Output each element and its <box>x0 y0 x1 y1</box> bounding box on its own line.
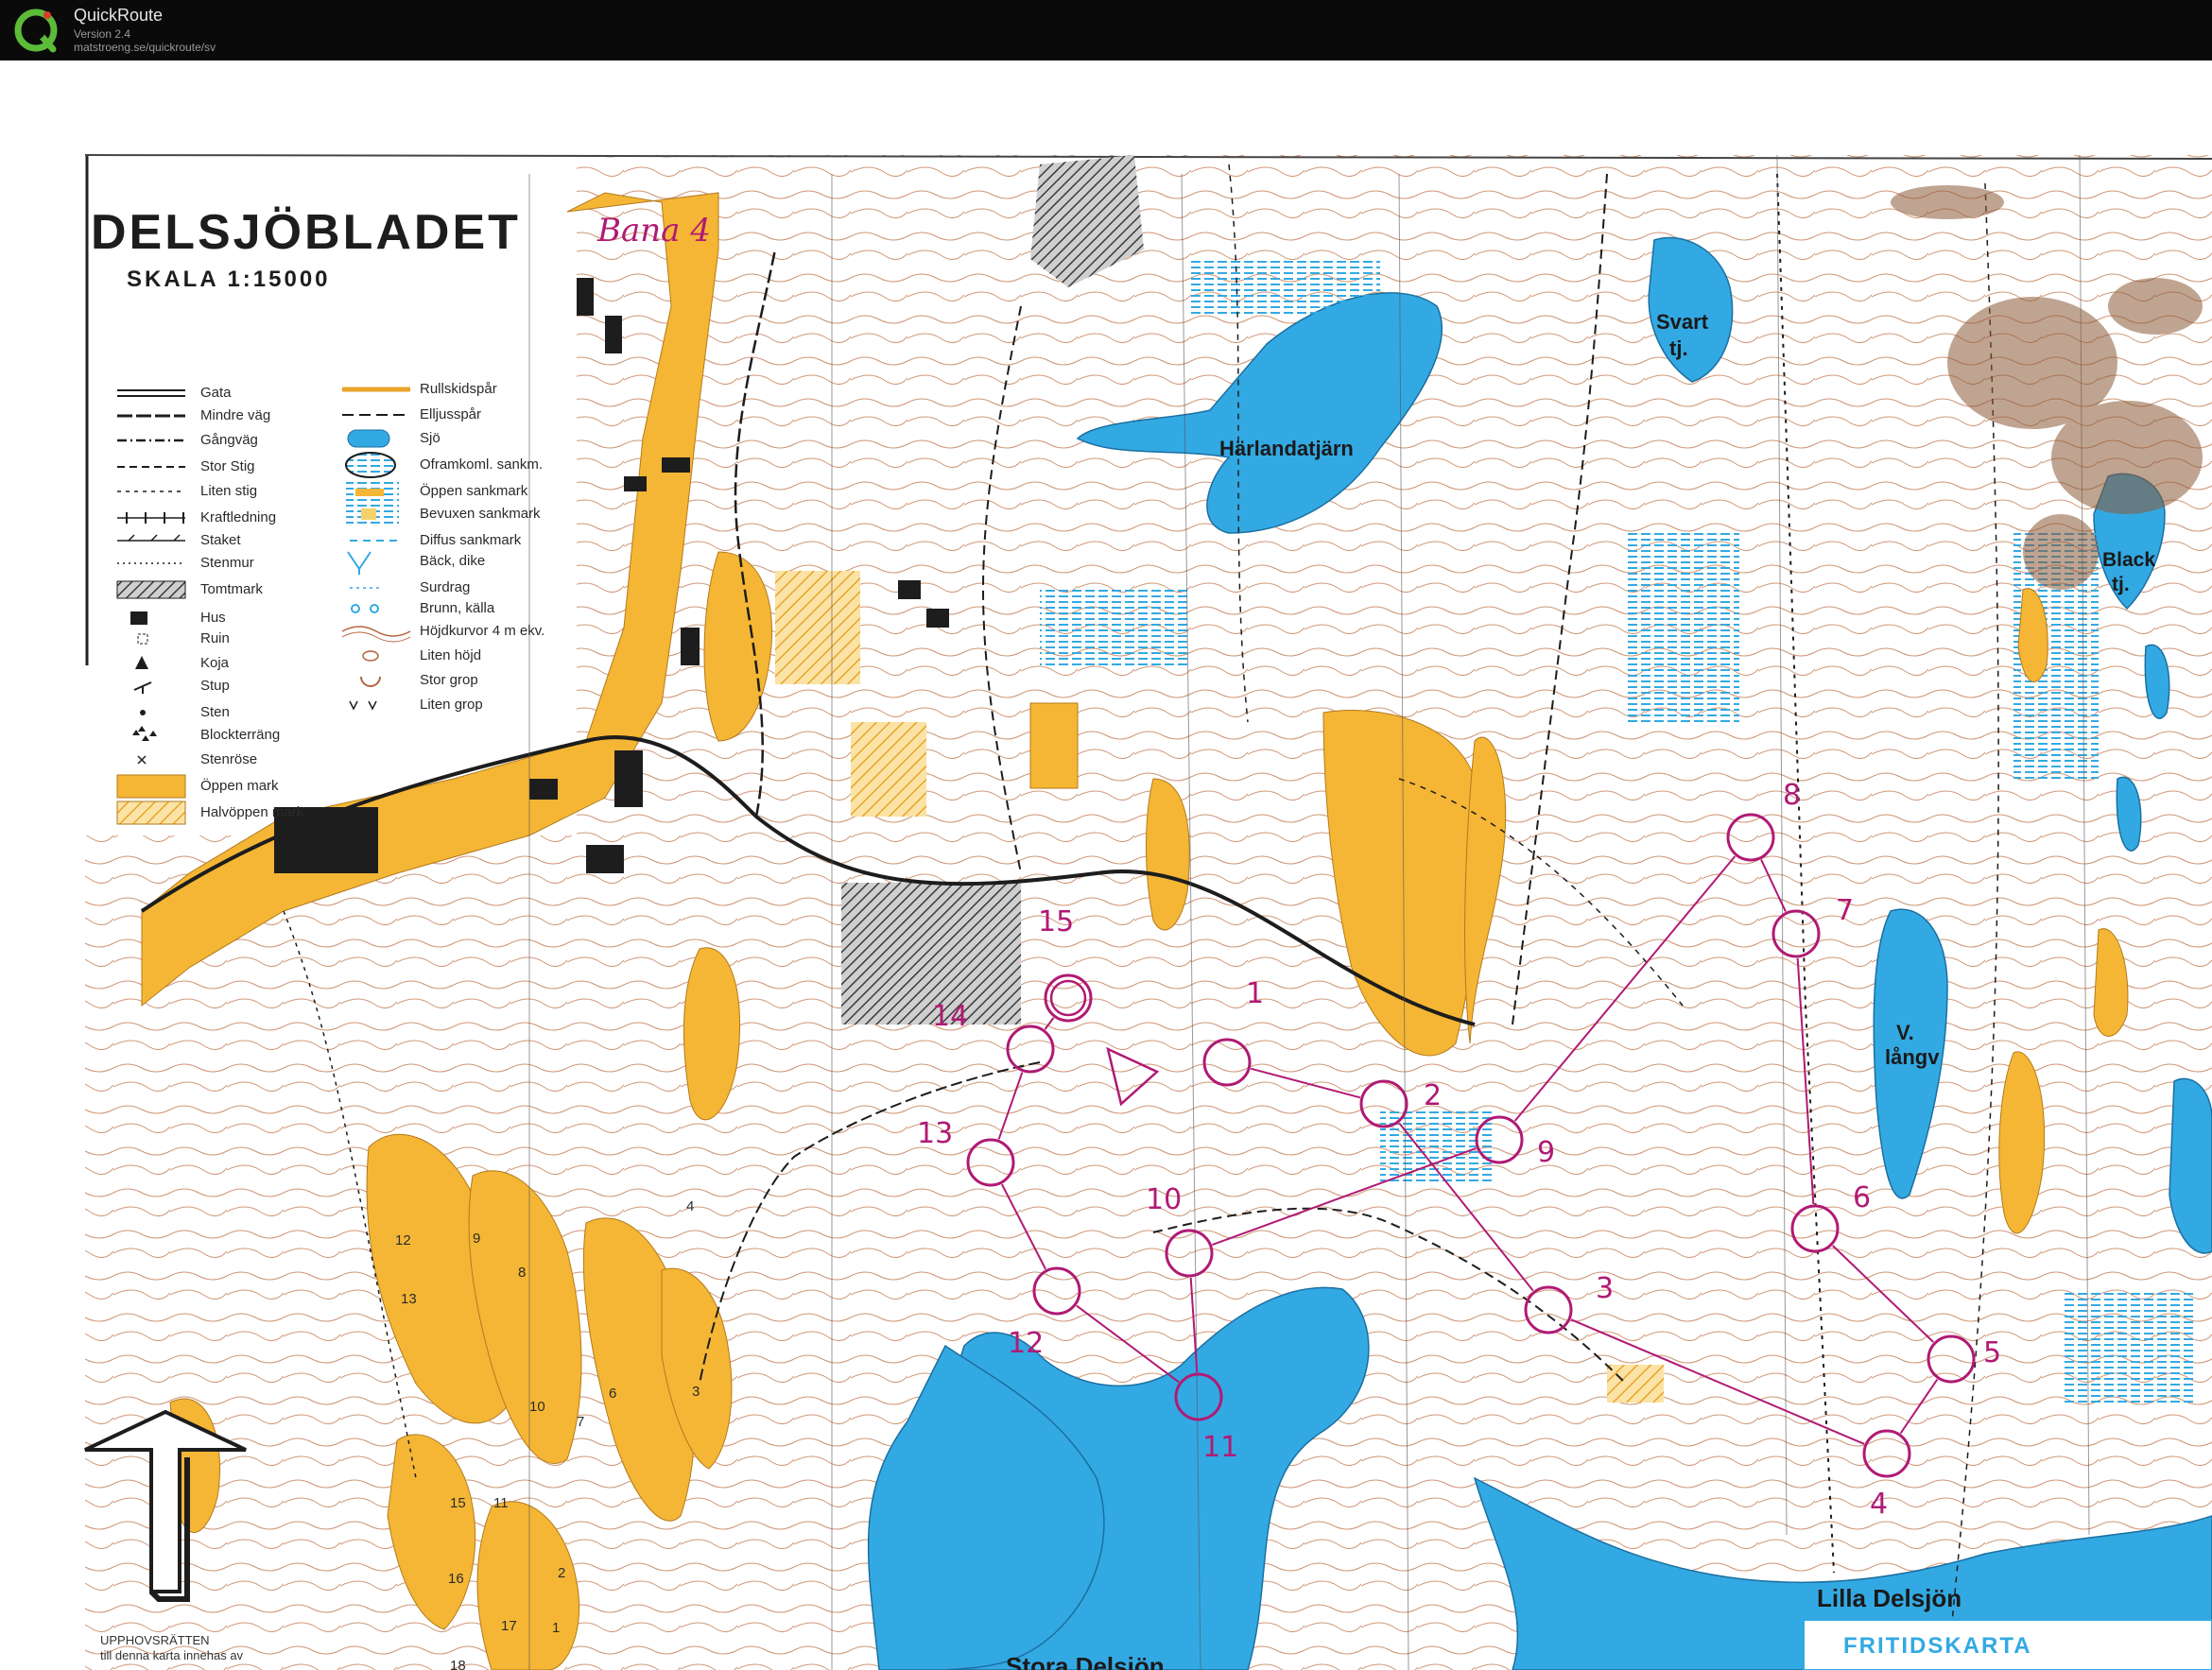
legend-label-path: Gångväg <box>200 432 258 448</box>
legend-label-minorroad: Mindre väg <box>200 407 271 423</box>
legend-label-rollski: Rullskidspår <box>420 381 497 397</box>
area-number-11: 11 <box>493 1495 509 1511</box>
legend-symbol-marsh2 <box>346 482 399 501</box>
legend-symbol-house <box>130 611 147 625</box>
area-number-3: 3 <box>692 1384 700 1400</box>
legend-label-marsh3: Bevuxen sankmark <box>420 506 541 522</box>
area-number-1: 1 <box>552 1620 561 1636</box>
lake-label-5: V. <box>1896 1021 1914 1044</box>
quickroute-logo-icon <box>14 9 58 53</box>
legend-label-road: Gata <box>200 385 232 401</box>
legend-label-ruin: Ruin <box>200 630 230 646</box>
legend-symbol-hatch <box>116 580 186 599</box>
control-number-3: 3 <box>1596 1272 1615 1305</box>
control-number-12: 12 <box>1008 1327 1045 1360</box>
control-number-6: 6 <box>1853 1181 1872 1214</box>
legend-symbol-semiopen <box>116 801 186 825</box>
legend-label-contour: Höjdkurvor 4 m ekv. <box>420 623 545 639</box>
control-number-4: 4 <box>1870 1488 1889 1521</box>
control-number-13: 13 <box>917 1117 954 1150</box>
lake-label-7: Lilla Delsjön <box>1817 1584 1962 1612</box>
fritidskarta-label: FRITIDSKARTA <box>1843 1633 2032 1659</box>
area-number-12: 12 <box>395 1232 411 1248</box>
legend-label-lake: Sjö <box>420 430 441 446</box>
course-name: Bana 4 <box>597 212 711 250</box>
legend-label-fence: Staket <box>200 532 241 548</box>
legend-label-smallpit: Liten grop <box>420 697 483 713</box>
control-number-2: 2 <box>1424 1079 1443 1112</box>
legend-label-marsh4: Diffus sankmark <box>420 532 522 548</box>
area-number-13: 13 <box>401 1291 417 1307</box>
orienteering-map[interactable]: DELSJÖBLADET SKALA 1:15000 Bana 4 UPPHOV… <box>0 60 2212 1670</box>
app-url: matstroeng.se/quickroute/sv <box>74 41 216 54</box>
lake-label-4: tj. <box>2112 574 2130 595</box>
control-number-1: 1 <box>1246 977 1265 1010</box>
area-number-2: 2 <box>558 1565 566 1581</box>
legend-label-house: Hus <box>200 610 226 626</box>
legend-label-stream: Bäck, dike <box>420 553 486 569</box>
lake-label-6: långv <box>1885 1045 1940 1069</box>
legend-label-power: Kraftledning <box>200 509 277 525</box>
legend-label-marsh2: Öppen sankmark <box>420 483 528 499</box>
app-titlebar: QuickRoute Version 2.4 matstroeng.se/qui… <box>0 0 2212 60</box>
app-version: Version 2.4 <box>74 27 131 41</box>
legend-label-marsh1: Oframkoml. sankm. <box>420 456 544 473</box>
legend-label-lit: Elljusspår <box>420 406 482 422</box>
lake-label-3: Black <box>2102 549 2156 571</box>
area-number-10: 10 <box>529 1399 545 1415</box>
lake-label-0: Härlandatjärn <box>1219 437 1354 460</box>
area-number-4: 4 <box>686 1198 695 1214</box>
lake-label-8: Stora Delsjön <box>1006 1652 1165 1670</box>
legend-label-semiopen: Halvöppen mark <box>200 804 304 820</box>
area-number-16: 16 <box>448 1571 464 1587</box>
area-number-6: 6 <box>609 1386 617 1402</box>
copyright-line1: UPPHOVSRÄTTEN <box>100 1633 210 1647</box>
legend-label-cairn: Stenröse <box>200 751 258 767</box>
legend-label-dash: Stor Stig <box>200 458 255 474</box>
control-number-5: 5 <box>1983 1336 2002 1369</box>
area-number-15: 15 <box>450 1495 466 1511</box>
legend-label-seep: Surdrag <box>420 579 471 595</box>
area-number-7: 7 <box>577 1414 585 1430</box>
legend-label-cliff: Stup <box>200 678 230 694</box>
control-number-14: 14 <box>932 1000 969 1033</box>
lake-label-1: Svart <box>1656 310 1709 334</box>
legend-label-pit: Stor grop <box>420 672 478 688</box>
legend-label-open: Öppen mark <box>200 778 279 794</box>
control-number-11: 11 <box>1202 1431 1239 1464</box>
area-number-9: 9 <box>473 1231 481 1247</box>
legend-label-wall: Stenmur <box>200 555 254 571</box>
control-number-15: 15 <box>1038 905 1075 938</box>
lake-label-2: tj. <box>1669 336 1688 360</box>
tomtmark-14 <box>841 883 1021 1024</box>
area-number-8: 8 <box>518 1265 527 1281</box>
control-number-10: 10 <box>1146 1183 1183 1216</box>
map-title: DELSJÖBLADET <box>91 205 521 260</box>
legend-symbol-marsh3 <box>346 505 399 524</box>
legend-label-hatch: Tomtmark <box>200 581 263 597</box>
control-number-7: 7 <box>1836 894 1855 927</box>
legend-label-hut: Koja <box>200 655 230 671</box>
legend-label-dot: Liten stig <box>200 483 258 499</box>
area-number-18: 18 <box>450 1658 466 1670</box>
control-number-8: 8 <box>1783 779 1802 812</box>
legend-symbol-open <box>116 774 186 799</box>
area-number-17: 17 <box>501 1618 517 1634</box>
legend-symbol-stone <box>140 710 146 715</box>
legend-label-knoll: Liten höjd <box>420 647 482 663</box>
legend-label-well: Brunn, källa <box>420 600 495 616</box>
legend-label-blocks: Blockterräng <box>200 727 281 743</box>
copyright-line2: till denna karta innehas av <box>100 1648 244 1662</box>
legend-label-stone: Sten <box>200 704 230 720</box>
legend-symbol-marsh1 <box>345 452 396 478</box>
app-title: QuickRoute <box>74 6 164 25</box>
control-number-9: 9 <box>1537 1136 1556 1169</box>
legend-symbol-lake <box>347 429 390 448</box>
map-scale: SKALA 1:15000 <box>127 267 331 292</box>
